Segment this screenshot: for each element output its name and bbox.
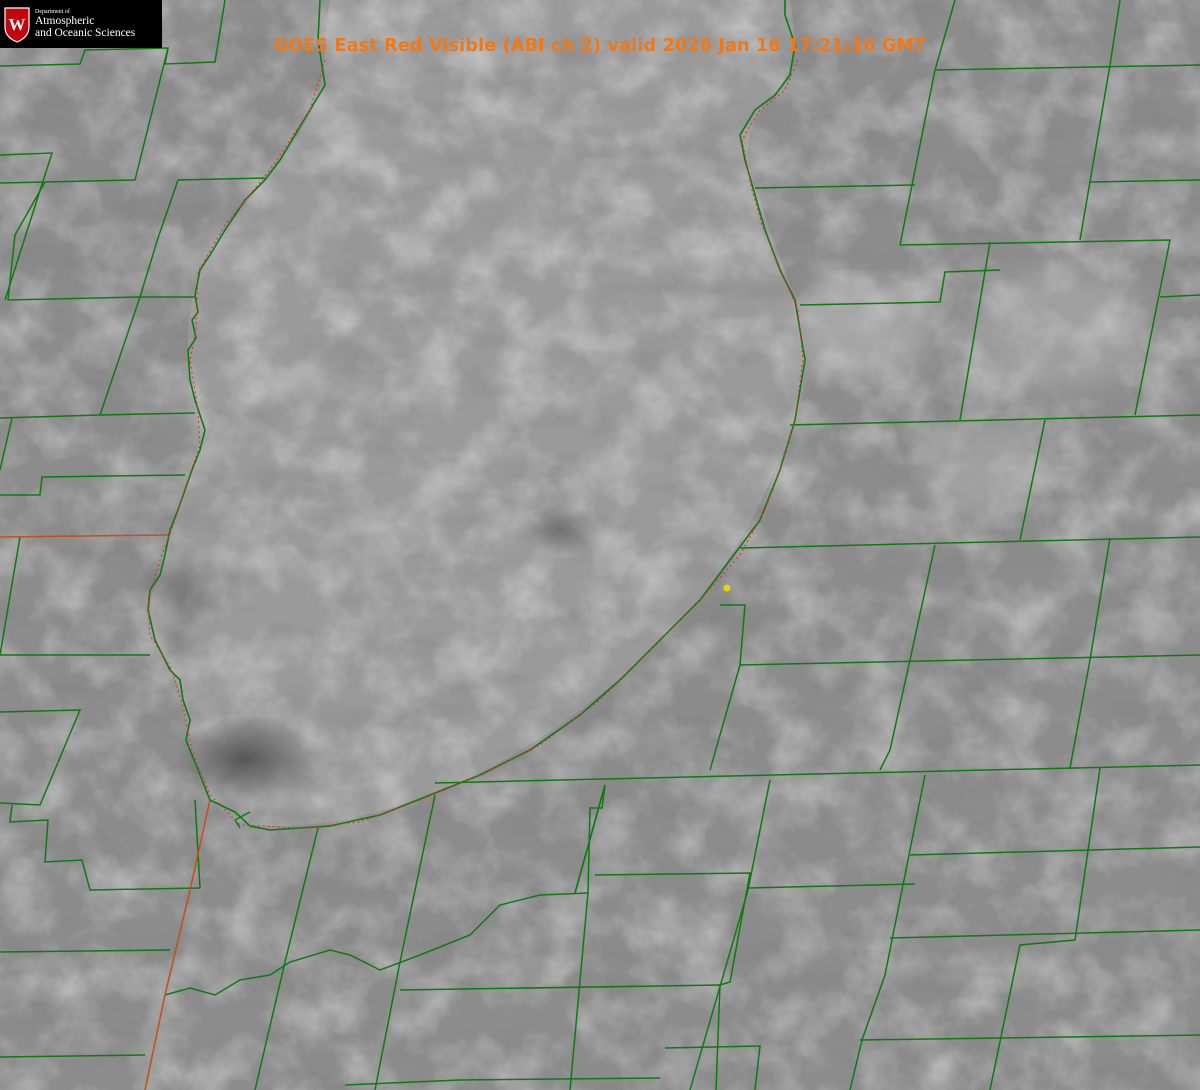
- satellite-image: [0, 0, 1200, 1090]
- location-marker: [723, 584, 731, 592]
- image-title: GOES East Red Visible (ABI ch 2) valid 2…: [273, 36, 927, 56]
- logo-name-line-1: Atmospheric: [35, 15, 95, 27]
- bright-cloud-patch: [790, 280, 930, 380]
- dark-cloud-patch: [520, 505, 600, 555]
- dark-cloud-patch: [175, 715, 315, 805]
- seal-letter: W: [9, 15, 26, 34]
- bright-cloud-patch: [970, 270, 1150, 390]
- bright-cloud-patch: [920, 420, 1040, 520]
- logo-text: Department of Atmospheric and Oceanic Sc…: [35, 9, 135, 39]
